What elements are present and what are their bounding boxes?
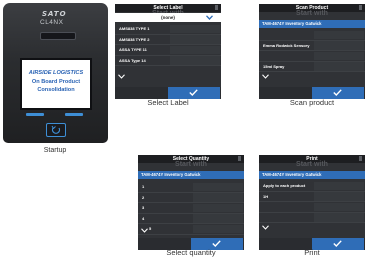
- scroll-indicator: [215, 5, 218, 10]
- list-item[interactable]: [259, 51, 365, 62]
- list-item[interactable]: 1: [138, 182, 244, 193]
- list-item[interactable]: ASSA Type 14: [115, 56, 221, 66]
- printer-device: SATO CL4NX AIRSIDE LOGISTICS On Board Pr…: [3, 3, 108, 143]
- chevron-down-icon[interactable]: [262, 74, 269, 79]
- list-item[interactable]: AMS838 TYPE 1: [115, 24, 221, 35]
- caption-scan-product: Scan product: [289, 98, 335, 107]
- select-label-screen: Select Label Start with (none) AMS838 TY…: [115, 4, 221, 99]
- checkmark-icon: [189, 89, 198, 96]
- print-screen: Print Start with TAM-4674Y Inventory Gat…: [259, 155, 365, 250]
- list-item[interactable]: AMS838 TYPE 2: [115, 35, 221, 45]
- ghost-text: Start with: [296, 10, 328, 17]
- context-header: TAM-4674Y Inventory Gatwick: [259, 171, 365, 179]
- chevron-down-icon[interactable]: [262, 225, 269, 230]
- list-item[interactable]: Emma Rodwick Sensory: [259, 41, 365, 51]
- caption-print: Print: [304, 248, 320, 257]
- list-item[interactable]: 4: [138, 214, 244, 224]
- checkmark-icon: [333, 89, 342, 96]
- scan-product-screen: Scan Product Start with TAM-4674Y Invent…: [259, 4, 365, 99]
- list-item[interactable]: [259, 202, 365, 213]
- screen-line-1: AIRSIDE LOGISTICS: [28, 70, 84, 76]
- context-header: TAM-4674Y Inventory Gatwick: [138, 171, 244, 179]
- return-key[interactable]: [46, 123, 66, 137]
- list-item[interactable]: [259, 30, 365, 41]
- brand-logo: SATO: [42, 10, 67, 18]
- product-list: Emma Rodwick Sensory 15ml Spray: [259, 30, 365, 72]
- printer-screen: AIRSIDE LOGISTICS On Board Product Conso…: [20, 58, 92, 110]
- selected-option[interactable]: (none): [115, 13, 221, 22]
- list-item[interactable]: 3: [138, 203, 244, 214]
- soft-key-right[interactable]: [65, 113, 83, 116]
- screen-line-2: On Board Product: [31, 79, 81, 85]
- quantity-list: 1 2 3 4 5: [138, 182, 244, 235]
- screen-line-3: Consolidation: [37, 87, 75, 93]
- ghost-text: Start with: [296, 161, 328, 168]
- list-item[interactable]: 2: [138, 193, 244, 203]
- soft-key-left[interactable]: [26, 113, 44, 116]
- scroll-indicator: [359, 156, 362, 161]
- list-item[interactable]: Apply to each product: [259, 181, 365, 192]
- caption-select-quantity: Select quantity: [166, 248, 216, 257]
- list-item[interactable]: 5: [138, 224, 244, 235]
- list-item[interactable]: 1H: [259, 192, 365, 202]
- checkmark-icon: [212, 240, 221, 247]
- checkmark-icon: [333, 240, 342, 247]
- chevron-down-icon: [206, 15, 213, 20]
- label-list: AMS838 TYPE 1 AMS838 TYPE 2 ASSA TYPE 11…: [115, 24, 221, 66]
- return-icon: [51, 125, 61, 134]
- context-header: TAM-4674Y Inventory Gatwick: [259, 20, 365, 28]
- list-item[interactable]: [259, 213, 365, 223]
- caption-select-label: Select Label: [147, 98, 189, 107]
- list-item[interactable]: 15ml Spray: [259, 62, 365, 72]
- caption-startup: Startup: [43, 147, 67, 154]
- chevron-down-icon[interactable]: [141, 227, 148, 233]
- scroll-indicator: [238, 156, 241, 161]
- ghost-text: Start with: [175, 161, 207, 168]
- chevron-down-icon[interactable]: [118, 74, 125, 79]
- list-item[interactable]: ASSA TYPE 11: [115, 45, 221, 56]
- scroll-indicator: [359, 5, 362, 10]
- top-key[interactable]: [40, 32, 76, 40]
- select-quantity-screen: Select Quantity Start with TAM-4674Y Inv…: [138, 155, 244, 250]
- model-label: CL4NX: [40, 19, 64, 26]
- print-options: Apply to each product 1H: [259, 181, 365, 223]
